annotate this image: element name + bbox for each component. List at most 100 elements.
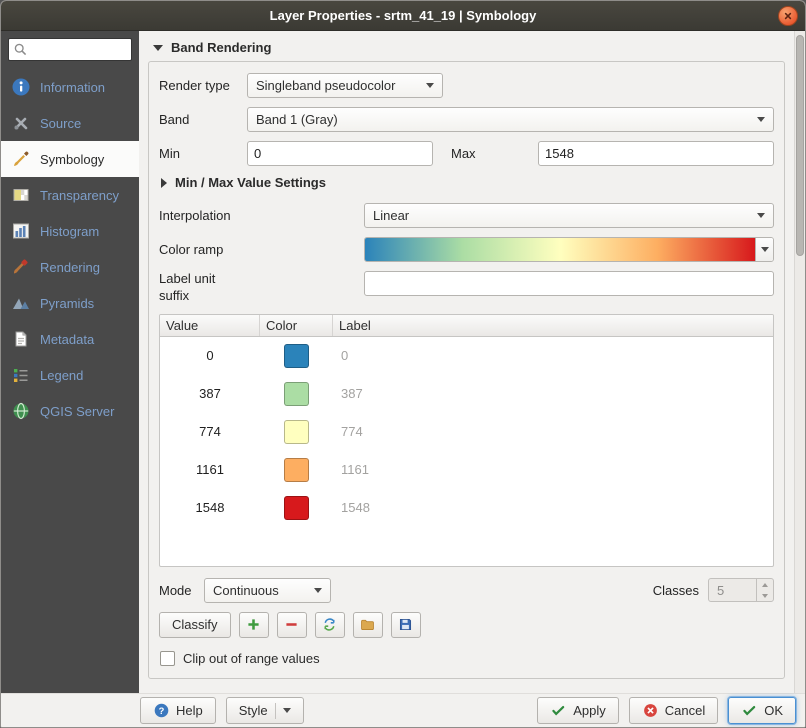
- folder-icon: [359, 616, 376, 633]
- color-map-table-header: Value Color Label: [160, 315, 773, 337]
- sidebar-item-label: Information: [40, 80, 105, 95]
- chevron-down-icon: [283, 708, 291, 713]
- color-cell[interactable]: [260, 382, 333, 406]
- value-column-header[interactable]: Value: [160, 315, 260, 336]
- search-input[interactable]: [29, 42, 128, 58]
- sidebar-item-legend[interactable]: Legend: [1, 357, 139, 393]
- color-ramp-dropdown[interactable]: [755, 238, 773, 261]
- sidebar-item-transparency[interactable]: Transparency: [1, 177, 139, 213]
- sidebar-item-histogram[interactable]: Histogram: [1, 213, 139, 249]
- load-colormap-button[interactable]: [315, 612, 345, 638]
- color-cell[interactable]: [260, 458, 333, 482]
- color-column-header[interactable]: Color: [260, 315, 333, 336]
- footer-buttons: ? Help Style Apply Cancel OK: [1, 693, 805, 727]
- search-icon: [12, 41, 29, 58]
- reload-icon: [321, 616, 338, 633]
- table-row[interactable]: 774 774: [160, 413, 773, 451]
- max-input[interactable]: [538, 141, 774, 166]
- layer-properties-dialog: Layer Properties - srtm_41_19 | Symbolog…: [0, 0, 806, 728]
- color-ramp-gradient[interactable]: [365, 238, 755, 261]
- chevron-down-icon: [426, 83, 434, 88]
- min-max-row: Min Max: [159, 141, 774, 166]
- classify-button[interactable]: Classify: [159, 612, 231, 638]
- table-row[interactable]: 387 387: [160, 375, 773, 413]
- table-row[interactable]: 00: [160, 337, 773, 375]
- close-button[interactable]: [778, 6, 798, 26]
- minmax-settings-header[interactable]: Min / Max Value Settings: [161, 175, 774, 190]
- window-title: Layer Properties - srtm_41_19 | Symbolog…: [270, 8, 537, 23]
- interpolation-row: Interpolation Linear: [159, 203, 774, 228]
- color-table-body: 003873877747741161116115481548: [160, 337, 773, 527]
- sidebar-item-qgis-server[interactable]: QGIS Server: [1, 393, 139, 429]
- save-to-file-button[interactable]: [391, 612, 421, 638]
- sidebar-item-label: Symbology: [40, 152, 104, 167]
- color-cell[interactable]: [260, 420, 333, 444]
- band-select[interactable]: Band 1 (Gray): [247, 107, 774, 132]
- render-type-label: Render type: [159, 78, 247, 93]
- rendering-icon: [11, 257, 31, 277]
- label-cell[interactable]: 1161: [333, 462, 773, 477]
- sidebar-search[interactable]: [8, 38, 132, 61]
- source-icon: [11, 113, 31, 133]
- classes-spinbox[interactable]: 5: [708, 578, 774, 602]
- render-type-select[interactable]: Singleband pseudocolor: [247, 73, 443, 98]
- spin-buttons[interactable]: [756, 579, 773, 601]
- symbology-scrollarea: Band Rendering Render type Singleband ps…: [139, 31, 794, 693]
- sidebar-item-source[interactable]: Source: [1, 105, 139, 141]
- color-swatch[interactable]: [284, 344, 309, 368]
- clip-checkbox[interactable]: [160, 651, 175, 666]
- color-ramp-select[interactable]: [364, 237, 774, 262]
- add-value-button[interactable]: [239, 612, 269, 638]
- sidebar-item-label: Transparency: [40, 188, 119, 203]
- titlebar[interactable]: Layer Properties - srtm_41_19 | Symbolog…: [1, 1, 805, 31]
- value-cell[interactable]: 0: [160, 348, 260, 363]
- value-cell[interactable]: 387: [160, 386, 260, 401]
- interpolation-select[interactable]: Linear: [364, 203, 774, 228]
- color-cell[interactable]: [260, 496, 333, 520]
- check-icon: [550, 702, 567, 719]
- help-button[interactable]: ? Help: [140, 697, 216, 724]
- histogram-icon: [11, 221, 31, 241]
- chevron-down-icon: [314, 588, 322, 593]
- scrollbar-thumb[interactable]: [796, 35, 804, 256]
- table-row[interactable]: 1548 1548: [160, 489, 773, 527]
- cancel-button[interactable]: Cancel: [629, 697, 718, 724]
- min-input[interactable]: [247, 141, 433, 166]
- label-column-header[interactable]: Label: [333, 315, 773, 336]
- sidebar-item-rendering[interactable]: Rendering: [1, 249, 139, 285]
- apply-button[interactable]: Apply: [537, 697, 619, 724]
- color-swatch[interactable]: [284, 382, 309, 406]
- color-swatch[interactable]: [284, 420, 309, 444]
- band-rendering-header[interactable]: Band Rendering: [153, 40, 785, 55]
- style-button[interactable]: Style: [226, 697, 304, 724]
- label-cell[interactable]: 774: [333, 424, 773, 439]
- color-cell[interactable]: [260, 344, 333, 368]
- value-cell[interactable]: 1548: [160, 500, 260, 515]
- render-type-row: Render type Singleband pseudocolor: [159, 73, 774, 98]
- table-row[interactable]: 1161 1161: [160, 451, 773, 489]
- color-swatch[interactable]: [284, 458, 309, 482]
- label-cell[interactable]: 0: [333, 348, 773, 363]
- vertical-scrollbar[interactable]: [794, 31, 805, 693]
- color-swatch[interactable]: [284, 496, 309, 520]
- label-cell[interactable]: 1548: [333, 500, 773, 515]
- sidebar-item-metadata[interactable]: Metadata: [1, 321, 139, 357]
- label-unit-suffix-input[interactable]: [364, 271, 774, 296]
- sidebar-item-information[interactable]: Information: [1, 69, 139, 105]
- chevron-down-icon: [761, 247, 769, 252]
- sidebar-item-symbology[interactable]: Symbology: [1, 141, 139, 177]
- remove-value-button[interactable]: [277, 612, 307, 638]
- interpolation-value: Linear: [373, 208, 751, 223]
- load-from-file-button[interactable]: [353, 612, 383, 638]
- mode-classes-row: Mode Continuous Classes 5: [159, 578, 774, 603]
- mode-select[interactable]: Continuous: [204, 578, 331, 603]
- minmax-settings-title: Min / Max Value Settings: [175, 175, 326, 190]
- qgis-server-icon: [11, 401, 31, 421]
- interpolation-label: Interpolation: [159, 208, 364, 223]
- label-cell[interactable]: 387: [333, 386, 773, 401]
- clip-row: Clip out of range values: [160, 651, 774, 666]
- value-cell[interactable]: 774: [160, 424, 260, 439]
- ok-button[interactable]: OK: [728, 697, 796, 724]
- sidebar-item-pyramids[interactable]: Pyramids: [1, 285, 139, 321]
- value-cell[interactable]: 1161: [160, 462, 260, 477]
